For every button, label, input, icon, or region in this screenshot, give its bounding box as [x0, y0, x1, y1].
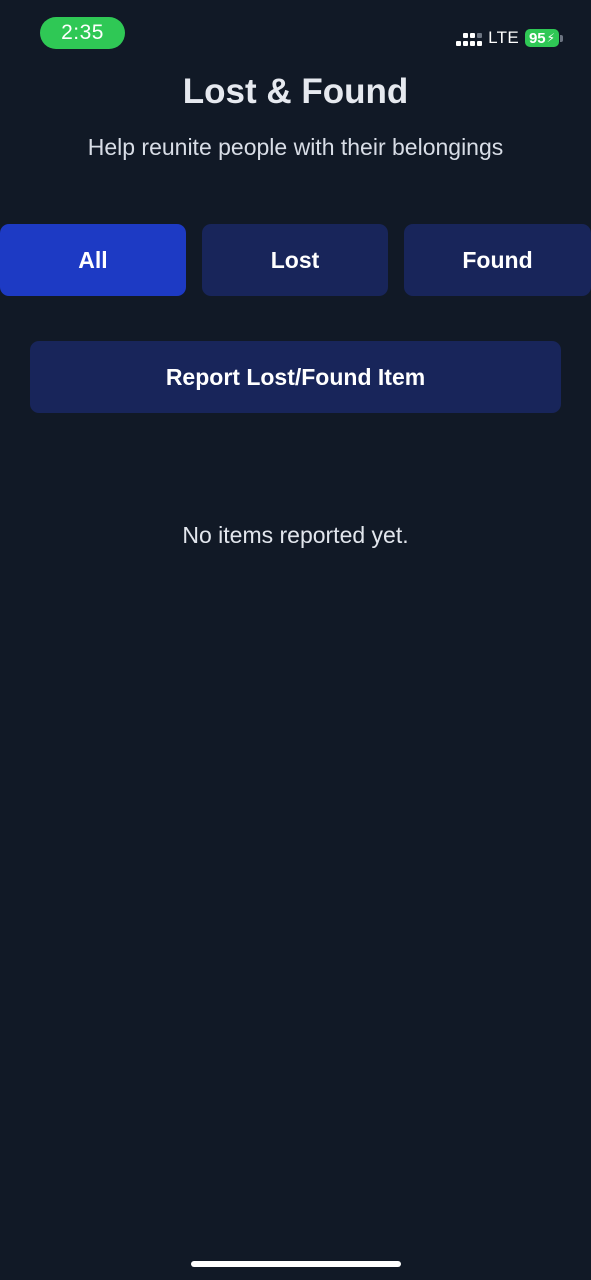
status-time-pill[interactable]: 2:35: [40, 17, 125, 49]
page-subtitle: Help reunite people with their belonging…: [87, 134, 504, 160]
charging-bolt-icon: ⚡: [546, 31, 556, 45]
status-time: 2:35: [61, 21, 104, 44]
tab-found[interactable]: Found: [404, 224, 591, 296]
battery-cap: [560, 34, 563, 42]
home-indicator[interactable]: [191, 1261, 401, 1267]
battery-percent: 95: [528, 29, 546, 47]
tab-all[interactable]: All: [0, 224, 186, 296]
network-type: LTE: [488, 28, 519, 47]
tab-lost[interactable]: Lost: [202, 224, 388, 296]
status-bar-right: LTE 95 ⚡: [456, 27, 563, 49]
lost-found-screen: 2:35 LTE 95 ⚡ Lost & Found Help reunite p…: [0, 0, 591, 1280]
battery-level: 95 ⚡: [525, 29, 559, 47]
empty-state-message: No items reported yet.: [182, 522, 409, 548]
battery-charging-icon: 95 ⚡: [525, 29, 563, 47]
signal-icon: [456, 30, 483, 46]
page-title: Lost & Found: [182, 72, 409, 111]
filter-tabs: All Lost Found: [0, 224, 591, 296]
report-item-button[interactable]: Report Lost/Found Item: [30, 341, 561, 413]
